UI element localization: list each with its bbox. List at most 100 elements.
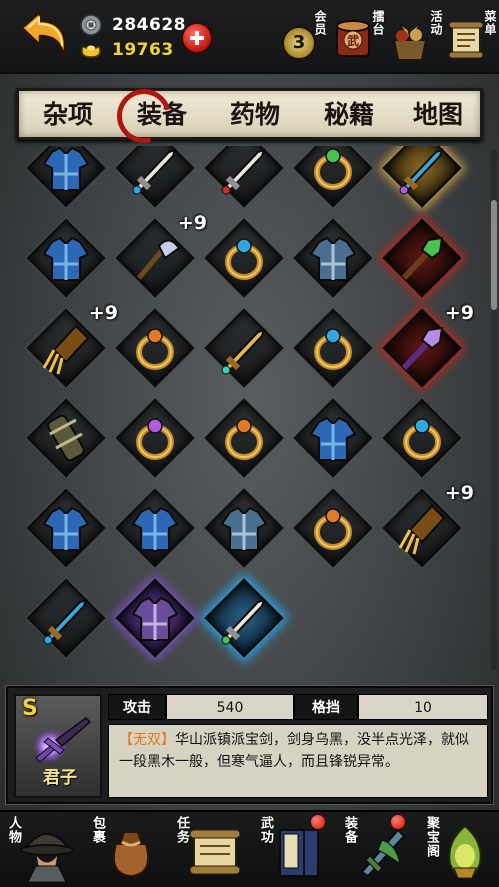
attack-label: 攻击 xyxy=(108,694,166,720)
purple-plate-armor-icon xyxy=(131,596,179,641)
enhance-level-label: +9 xyxy=(444,302,474,324)
amethyst-ring-icon xyxy=(314,508,352,550)
inventory-slot[interactable] xyxy=(200,574,288,662)
inventory-slot[interactable]: +9 xyxy=(22,302,118,392)
tab-medicine[interactable]: 药物 xyxy=(216,94,294,136)
task-menu-button[interactable]: 菜单 xyxy=(446,6,498,68)
item-name: 君子 xyxy=(43,768,77,788)
vip-button[interactable]: 3 会员 xyxy=(282,6,334,68)
green-robe-icon xyxy=(131,506,179,551)
gold-ingot-icon xyxy=(81,45,101,58)
inventory-slot[interactable] xyxy=(22,574,110,662)
golden-dagger-icon xyxy=(221,328,266,375)
inventory-slot[interactable] xyxy=(22,214,110,302)
inventory-slot[interactable] xyxy=(200,304,288,392)
nav-equipment[interactable]: 装备 xyxy=(336,812,418,887)
blue-axe-icon xyxy=(137,239,181,280)
golden-blade-icon xyxy=(43,598,88,645)
equipment-alert-dot xyxy=(390,814,406,830)
silver-ring-icon xyxy=(225,238,263,280)
inventory-slot[interactable] xyxy=(22,146,110,212)
sword-hilt-icon xyxy=(132,148,177,195)
inventory-slot[interactable]: +9 xyxy=(378,302,474,392)
golden-dragon-blade-icon xyxy=(399,148,444,195)
inventory-slot[interactable] xyxy=(111,484,199,572)
dark-armor-icon xyxy=(220,506,268,551)
inventory-slot[interactable] xyxy=(22,394,110,482)
back-arrow-icon[interactable] xyxy=(14,6,74,66)
task-menu-label: 菜单 xyxy=(483,10,497,36)
inventory-slot[interactable]: +9 xyxy=(378,482,474,572)
arena-drum-icon: 武 xyxy=(336,20,370,57)
item-description: 【无双】华山派镇派宝剑，剑身乌黑，没半点光泽，就似一段黑木一般，但寒气逼人，而且… xyxy=(108,724,488,798)
inventory-slot[interactable] xyxy=(289,484,377,572)
inventory-slot[interactable] xyxy=(200,214,288,302)
inventory-slot[interactable] xyxy=(111,574,199,662)
inventory-slot[interactable] xyxy=(111,394,199,482)
inventory-slot[interactable] xyxy=(200,484,288,572)
purple-spike-mace-icon xyxy=(401,326,444,371)
category-tab-bar: 杂项 装备 药物 秘籍 地图 xyxy=(16,88,483,140)
equipment-grid: + + + +9 xyxy=(0,146,499,680)
martial-arts-alert-dot xyxy=(310,814,326,830)
inventory-slot[interactable] xyxy=(289,394,377,482)
scrollbar-thumb[interactable] xyxy=(491,200,497,310)
turquoise-ring-icon xyxy=(314,148,352,190)
top-bar: 284628 19763 3 会员 武 擂台 活动 菜单 xyxy=(0,0,499,74)
inventory-slot[interactable] xyxy=(378,394,466,482)
inventory-slot[interactable] xyxy=(289,304,377,392)
nav-character[interactable]: 人物 xyxy=(0,812,82,887)
gold-amount: 19763 xyxy=(112,40,174,60)
gift-icon xyxy=(392,23,428,61)
inventory-slot[interactable]: + xyxy=(111,146,199,212)
emerald-ring-icon xyxy=(136,418,174,460)
treasure-pavilion-icon xyxy=(448,824,482,880)
enhance-level-label: +9 xyxy=(444,482,474,504)
inventory-slot[interactable] xyxy=(22,484,110,572)
inventory-slot[interactable] xyxy=(289,214,377,302)
golden-gauntlet-icon xyxy=(398,504,446,555)
jade-sword-icon xyxy=(221,148,266,195)
orange-robe-icon xyxy=(309,416,357,461)
inventory-slot[interactable]: + xyxy=(200,146,288,212)
teal-robe-icon xyxy=(42,236,90,281)
arena-button[interactable]: 武 擂台 xyxy=(334,6,390,68)
nav-martial-arts[interactable]: 武功 xyxy=(252,812,334,887)
tab-misc[interactable]: 杂项 xyxy=(29,94,107,136)
inventory-slot[interactable]: + xyxy=(378,146,466,212)
inventory-slot[interactable] xyxy=(200,394,288,482)
nav-treasure-pavilion[interactable]: 聚宝阁 xyxy=(418,812,499,887)
hero-portrait-icon xyxy=(20,833,74,882)
tab-manuals[interactable]: 秘籍 xyxy=(310,94,388,136)
svg-text:武: 武 xyxy=(347,33,359,48)
ruby-ring-icon xyxy=(136,328,174,370)
tab-equipment[interactable]: 装备 xyxy=(123,94,201,136)
silver-row: 284628 xyxy=(80,14,186,36)
event-button[interactable]: 活动 xyxy=(390,6,446,68)
tab-map[interactable]: 地图 xyxy=(399,94,477,136)
inventory-slot[interactable] xyxy=(378,214,466,302)
inventory-slot[interactable] xyxy=(111,304,199,392)
event-label: 活动 xyxy=(429,10,443,36)
junzi-sword-icon xyxy=(221,598,266,645)
equipment-icon xyxy=(360,828,406,878)
ruby-gold-ring-icon xyxy=(314,328,352,370)
nav-bag[interactable]: 包裹 xyxy=(84,812,166,887)
silver-amount: 284628 xyxy=(112,15,186,35)
gold-row: 19763 xyxy=(80,39,174,61)
inventory-slot[interactable] xyxy=(289,146,377,212)
vip-level-badge: 3 xyxy=(282,26,316,60)
purple-robe-icon xyxy=(42,506,90,551)
nav-quest[interactable]: 任务 xyxy=(168,812,250,887)
inventory-slot[interactable]: +9 xyxy=(111,212,207,302)
junzi-sword-icon xyxy=(32,717,92,764)
add-currency-button[interactable] xyxy=(181,22,213,54)
selected-item-portrait: S 君子 xyxy=(14,694,102,798)
claw-gauntlet-icon xyxy=(42,324,90,375)
bottom-nav: 人物 包裹 任务 武功 装备 聚宝阁 xyxy=(0,810,499,887)
coral-ring-icon xyxy=(403,418,441,460)
scroll-menu-icon xyxy=(448,21,484,59)
block-value: 10 xyxy=(358,694,488,720)
block-label: 格挡 xyxy=(294,694,358,720)
blue-robe-icon xyxy=(42,146,90,191)
